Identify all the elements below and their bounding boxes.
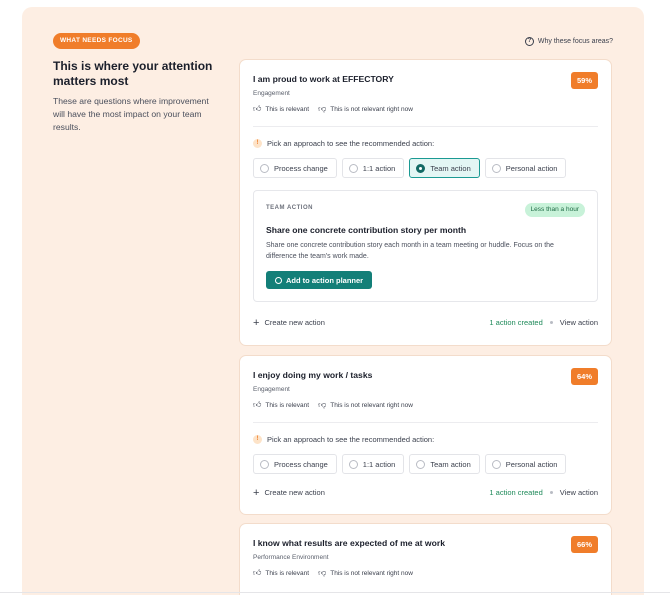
- relevant-button[interactable]: 👍︎ This is relevant: [253, 401, 309, 409]
- plus-icon: +: [253, 316, 260, 329]
- radio-icon: [491, 459, 501, 469]
- question-title: I am proud to work at EFFECTORY: [253, 74, 394, 84]
- option-label: 1:1 action: [362, 163, 396, 173]
- action-title: Share one concrete contribution story pe…: [266, 225, 467, 235]
- option-personal-action[interactable]: Personal action: [484, 158, 567, 178]
- not-relevant-button[interactable]: 👎︎ This is not relevant right now: [318, 401, 413, 409]
- relevant-label: This is relevant: [265, 105, 310, 113]
- intro-text: These are questions where improvement wi…: [53, 96, 209, 132]
- what-needs-focus-badge: WHAT NEEDS FOCUS: [53, 33, 140, 49]
- option-team-action[interactable]: Team action: [409, 158, 480, 178]
- relevant-label: This is relevant: [265, 569, 310, 577]
- help-circle-icon: ?: [524, 37, 534, 46]
- not-relevant-button[interactable]: 👎︎ This is not relevant right now: [318, 105, 413, 113]
- focus-card: I am proud to work at EFFECTORY Engageme…: [239, 59, 612, 346]
- pick-approach-label: Pick an approach to see the recommended …: [267, 139, 435, 148]
- action-description: Share one concrete contribution story ea…: [266, 242, 554, 260]
- focus-card: I know what results are expected of me a…: [239, 523, 612, 595]
- not-relevant-label: This is not relevant right now: [330, 569, 413, 577]
- score-badge: 66%: [570, 536, 598, 553]
- why-focus-areas-link[interactable]: ? Why these focus areas?: [524, 37, 613, 46]
- relevant-button[interactable]: 👍︎ This is relevant: [253, 569, 309, 577]
- create-new-action-button[interactable]: + Create new action: [253, 486, 325, 499]
- option-personal-action[interactable]: Personal action: [484, 454, 567, 474]
- actions-created-count: 1 action created: [489, 318, 543, 327]
- question-category: Engagement: [253, 386, 290, 393]
- radio-icon: [348, 459, 358, 469]
- add-to-action-planner-button[interactable]: Add to action planner: [266, 271, 373, 289]
- option-one-on-one[interactable]: 1:1 action: [341, 158, 405, 178]
- pick-approach: ! Pick an approach to see the recommende…: [253, 435, 434, 444]
- create-new-action-button[interactable]: + Create new action: [253, 316, 325, 329]
- recommended-action: TEAM ACTION Less than a hour Share one c…: [253, 190, 598, 302]
- option-one-on-one[interactable]: 1:1 action: [341, 454, 405, 474]
- not-relevant-label: This is not relevant right now: [330, 105, 413, 113]
- score-badge: 59%: [570, 72, 598, 89]
- plus-icon: +: [253, 486, 260, 499]
- add-to-action-planner-label: Add to action planner: [286, 275, 364, 285]
- not-relevant-button[interactable]: 👎︎ This is not relevant right now: [318, 569, 413, 577]
- actions-created-count: 1 action created: [489, 488, 543, 497]
- option-label: Process change: [274, 163, 328, 173]
- action-type-label: TEAM ACTION: [266, 205, 313, 211]
- question-category: Performance Environment: [253, 554, 329, 561]
- action-links: 1 action created View action: [489, 318, 598, 327]
- approach-options: Process change 1:1 action Team action Pe…: [253, 158, 567, 178]
- why-focus-areas-label: Why these focus areas?: [537, 38, 613, 45]
- create-new-action-label: Create new action: [264, 488, 325, 497]
- card-footer: + Create new action 1 action created Vie…: [253, 486, 598, 499]
- option-label: Team action: [430, 459, 471, 469]
- intro-title: This is where your attention matters mos…: [53, 59, 213, 88]
- separator-dot: [549, 321, 553, 324]
- divider: [253, 422, 598, 423]
- divider: [253, 126, 598, 127]
- radio-icon: [491, 163, 501, 173]
- action-links: 1 action created View action: [489, 488, 598, 497]
- pick-approach-label: Pick an approach to see the recommended …: [267, 435, 435, 444]
- option-label: Team action: [430, 163, 471, 173]
- card-footer: + Create new action 1 action created Vie…: [253, 316, 598, 329]
- thumbs-up-icon: 👍︎: [253, 400, 262, 409]
- option-process-change[interactable]: Process change: [253, 158, 337, 178]
- option-label: 1:1 action: [362, 459, 396, 469]
- lightbulb-icon: !: [253, 435, 262, 444]
- relevant-button[interactable]: 👍︎ This is relevant: [253, 105, 309, 113]
- view-action-link[interactable]: View action: [560, 318, 598, 327]
- option-process-change[interactable]: Process change: [253, 454, 337, 474]
- separator-dot: [549, 491, 553, 494]
- target-icon: [275, 276, 282, 284]
- radio-icon: [260, 163, 269, 173]
- pick-approach: ! Pick an approach to see the recommende…: [253, 139, 434, 148]
- thumbs-down-icon: 👎︎: [318, 400, 327, 409]
- option-team-action[interactable]: Team action: [409, 454, 480, 474]
- thumbs-up-icon: 👍︎: [253, 104, 262, 113]
- score-badge: 64%: [570, 368, 598, 385]
- radio-icon: [348, 163, 358, 173]
- focus-card: I enjoy doing my work / tasks Engagement…: [239, 355, 612, 515]
- question-title: I enjoy doing my work / tasks: [253, 370, 373, 380]
- approach-options: Process change 1:1 action Team action Pe…: [253, 454, 567, 474]
- relevant-label: This is relevant: [265, 401, 310, 409]
- duration-chip: Less than a hour: [524, 203, 585, 217]
- lightbulb-icon: !: [253, 139, 262, 148]
- viewport-bottom-border: [0, 592, 670, 593]
- option-label: Process change: [274, 459, 328, 469]
- create-new-action-label: Create new action: [264, 318, 325, 327]
- radio-icon: [416, 459, 426, 469]
- thumbs-up-icon: 👍︎: [253, 568, 262, 577]
- option-label: Personal action: [505, 163, 558, 173]
- thumbs-down-icon: 👎︎: [318, 104, 327, 113]
- question-category: Engagement: [253, 90, 290, 97]
- thumbs-down-icon: 👎︎: [318, 568, 327, 577]
- question-title: I know what results are expected of me a…: [253, 538, 445, 548]
- relevance-row: 👍︎ This is relevant 👎︎ This is not relev…: [253, 569, 413, 577]
- radio-icon: [260, 459, 269, 469]
- view-action-link[interactable]: View action: [560, 488, 598, 497]
- option-label: Personal action: [505, 459, 558, 469]
- radio-selected-icon: [416, 163, 426, 173]
- relevance-row: 👍︎ This is relevant 👎︎ This is not relev…: [253, 105, 413, 113]
- not-relevant-label: This is not relevant right now: [330, 401, 413, 409]
- relevance-row: 👍︎ This is relevant 👎︎ This is not relev…: [253, 401, 413, 409]
